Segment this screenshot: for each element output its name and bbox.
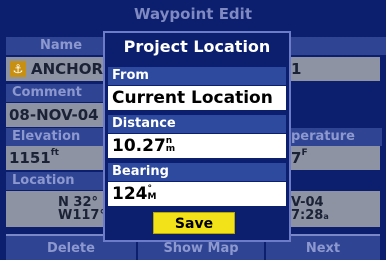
from-label: From — [108, 67, 286, 85]
page-title: Waypoint Edit — [133, 5, 252, 23]
distance-label: Distance — [108, 115, 286, 133]
distance-value: 10.27 — [112, 136, 166, 156]
temperature-unit: F — [301, 148, 308, 158]
temperature-field[interactable]: 7F — [289, 146, 380, 170]
date-time-field[interactable]: V-04 7:28a — [289, 191, 380, 227]
name-label: Name — [6, 37, 104, 55]
name-field[interactable]: ⚓ ANCHOR — [6, 57, 103, 81]
temperature-value: 7 — [291, 149, 302, 167]
from-field[interactable]: Current Location — [108, 86, 286, 110]
bearing-value: 124 — [112, 184, 148, 204]
dialog-title: Project Location — [123, 37, 271, 56]
project-location-dialog: Project Location From Current Location D… — [103, 31, 291, 242]
elevation-field[interactable]: 1151ft — [6, 146, 103, 170]
temperature-label: perature — [289, 128, 382, 146]
bearing-unit: ° M — [147, 184, 157, 202]
comment-field[interactable]: 08-NOV-04 — [6, 103, 103, 127]
bearing-label: Bearing — [108, 163, 286, 181]
comment-label: Comment — [6, 84, 104, 102]
location-field[interactable]: N 32° W117° — [6, 191, 103, 227]
location-lon: W117° — [58, 208, 103, 223]
right-name-header — [289, 37, 386, 55]
elevation-value: 1151 — [9, 149, 51, 167]
distance-unit: nm — [165, 136, 176, 154]
anchor-icon: ⚓ — [10, 61, 26, 77]
save-button[interactable]: Save — [153, 212, 235, 234]
bearing-field[interactable]: 124° M — [108, 182, 286, 206]
distance-field[interactable]: 10.27n m — [108, 134, 286, 158]
elevation-unit: ft — [50, 148, 59, 158]
time-partial: 7:28a — [291, 208, 329, 223]
waypoint-edit-screen: Waypoint Edit Name ⚓ ANCHOR Comment 08-N… — [0, 0, 386, 260]
elevation-label: Elevation — [6, 128, 104, 146]
right-name-field[interactable]: 1 — [289, 57, 380, 81]
location-label: Location — [6, 172, 104, 190]
name-value: ANCHOR — [31, 60, 103, 78]
